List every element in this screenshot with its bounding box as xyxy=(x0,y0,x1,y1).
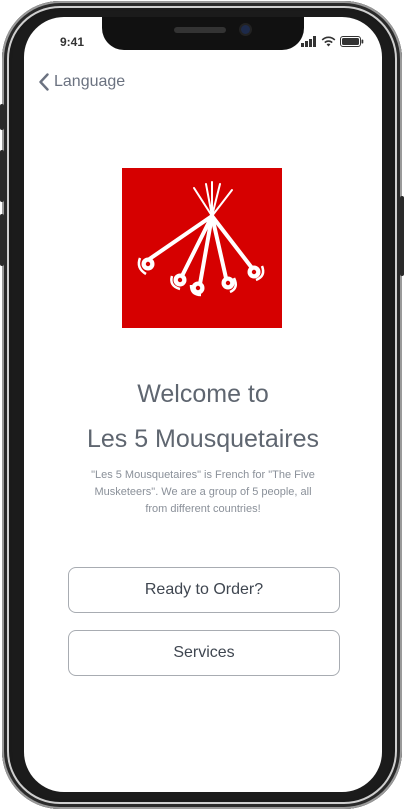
phone-power-button xyxy=(400,196,404,276)
welcome-description: "Les 5 Mousquetaires" is French for "The… xyxy=(91,469,315,515)
status-icons xyxy=(301,35,364,47)
services-button[interactable]: Services xyxy=(68,630,340,676)
back-chevron-icon xyxy=(39,73,49,91)
phone-volume-up-button xyxy=(0,150,4,202)
crossed-swords-logo xyxy=(137,181,265,297)
welcome-line-2: Les 5 Mousquetaires xyxy=(86,425,320,453)
brand-logo xyxy=(122,168,282,328)
back-button[interactable]: Language xyxy=(38,73,125,91)
phone-screen: 9:41 Language Welcome to Les 5 Mousqueta… xyxy=(24,17,382,792)
notch xyxy=(102,17,304,50)
welcome-line-1: Welcome to xyxy=(137,380,269,408)
front-camera xyxy=(241,25,250,34)
ready-to-order-button[interactable]: Ready to Order? xyxy=(68,567,340,613)
welcome-heading: Welcome to Les 5 Mousquetaires xyxy=(24,372,382,462)
battery-icon xyxy=(340,35,364,47)
status-time: 9:41 xyxy=(60,35,85,49)
wifi-icon xyxy=(321,36,336,46)
speaker xyxy=(174,27,226,33)
signal-icon xyxy=(301,35,316,47)
phone-side-button xyxy=(0,104,4,130)
phone-volume-down-button xyxy=(0,214,4,266)
back-button-label: Language xyxy=(54,73,126,90)
